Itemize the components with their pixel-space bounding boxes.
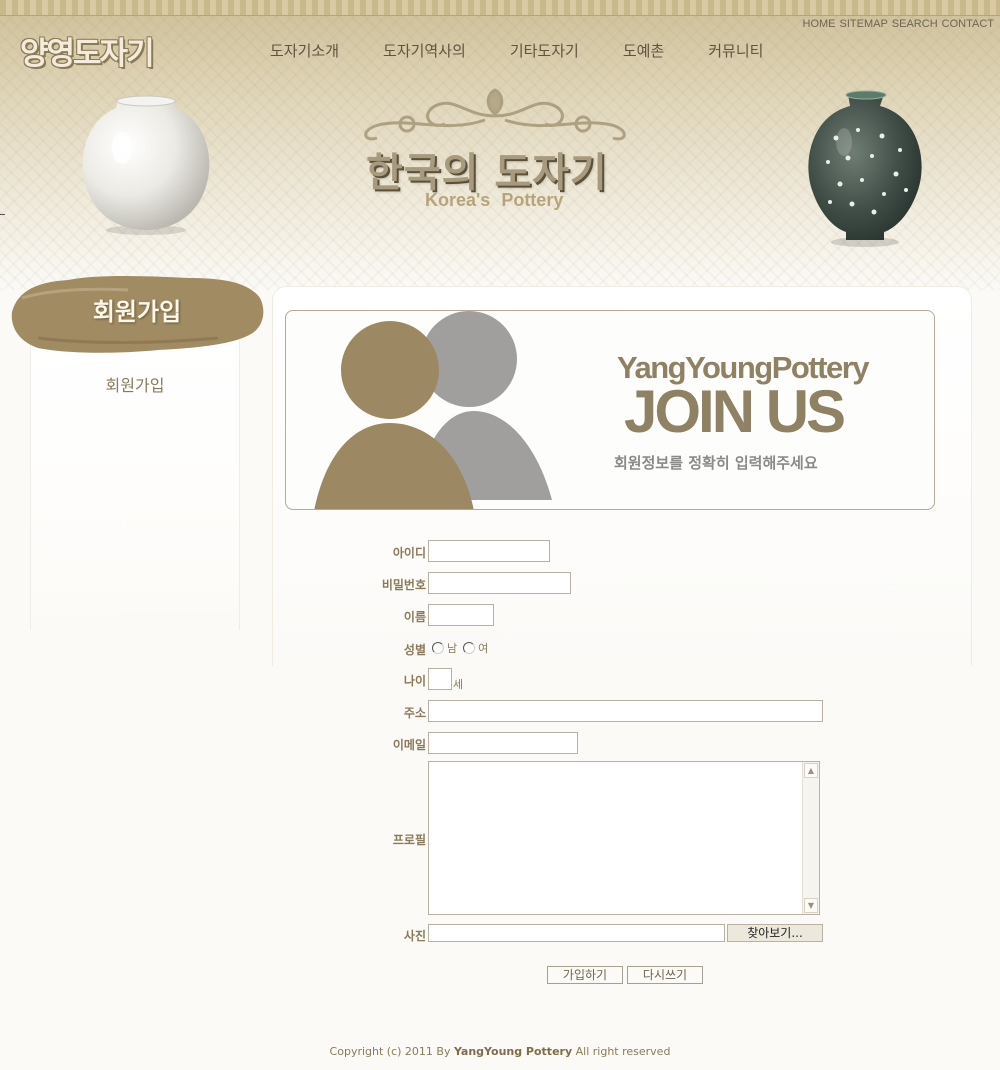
footer-brand: YangYoung Pottery — [453, 1045, 573, 1058]
gender-label: 성별 — [403, 643, 426, 657]
util-link-home[interactable]: HOME — [803, 18, 836, 30]
util-link-sitemap[interactable]: SITEMAP — [840, 18, 888, 30]
footer-suffix: All right reserved — [572, 1045, 671, 1058]
address-input[interactable] — [428, 700, 823, 722]
hero-subtitle: Korea's Pottery — [425, 190, 564, 210]
top-pattern-strip — [0, 0, 1000, 16]
green-flower-vase-image — [808, 90, 922, 247]
profile-textarea[interactable]: ▲ ▼ — [428, 761, 820, 915]
gender-female-radio[interactable] — [463, 642, 476, 654]
id-input[interactable] — [428, 540, 550, 562]
banner-message: 회원정보를 정확히 입력해주세요 — [614, 454, 818, 472]
email-label: 이메일 — [392, 738, 426, 752]
banner-headline: JOIN US — [624, 378, 846, 445]
nav-item-community[interactable]: 커뮤니티 — [708, 40, 763, 61]
reset-button[interactable]: 다시쓰기 — [627, 966, 703, 984]
scroll-up-arrow-icon[interactable]: ▲ — [804, 763, 818, 778]
age-label: 나이 — [403, 674, 426, 688]
nav-item-pottery-village[interactable]: 도예촌 — [623, 40, 664, 61]
submit-button[interactable]: 가입하기 — [547, 966, 623, 984]
util-link-contact[interactable]: CONTACT — [942, 18, 994, 30]
password-label: 비밀번호 — [381, 578, 426, 592]
browse-button[interactable]: 찾아보기... — [727, 924, 823, 942]
profile-label: 프로필 — [392, 833, 426, 847]
gender-female-label: 여 — [478, 642, 489, 655]
footer-copyright: Copyright (c) 2011 By YangYoung Pottery … — [0, 1045, 1000, 1058]
name-label: 이름 — [403, 610, 426, 624]
password-input[interactable] — [428, 572, 571, 594]
edge-tick — [0, 214, 5, 215]
nav-item-pottery-intro[interactable]: 도자기소개 — [270, 40, 339, 61]
gender-male-label: 남 — [447, 642, 458, 655]
utility-links: HOME SITEMAP SEARCH CONTACT — [803, 18, 995, 30]
id-label: 아이디 — [392, 546, 426, 560]
name-input[interactable] — [428, 604, 494, 626]
sidebar-item-signup[interactable]: 회원가입 — [30, 372, 240, 396]
nav-item-other-pottery[interactable]: 기타도자기 — [510, 40, 579, 61]
ornament-flourish-icon — [364, 88, 626, 141]
white-moon-jar-image — [82, 95, 210, 235]
address-label: 주소 — [403, 706, 426, 720]
site-header: HOME SITEMAP SEARCH CONTACT 양영도자기 도자기소개 … — [0, 0, 1000, 290]
photo-label: 사진 — [403, 929, 426, 943]
photo-file-path[interactable] — [428, 924, 725, 942]
age-input[interactable] — [428, 668, 452, 690]
age-unit: 세 — [453, 678, 464, 691]
site-logo[interactable]: 양영도자기 — [20, 28, 155, 73]
util-link-search[interactable]: SEARCH — [892, 18, 938, 30]
nav-item-pottery-history[interactable]: 도자기역사의 — [383, 40, 466, 61]
gender-male-radio[interactable] — [432, 642, 444, 654]
sidebar-title: 회원가입 — [92, 298, 182, 326]
email-input[interactable] — [428, 732, 578, 754]
profile-scrollbar[interactable]: ▲ ▼ — [802, 762, 819, 914]
gender-radio-group: 남 여 — [432, 640, 494, 656]
scroll-down-arrow-icon[interactable]: ▼ — [804, 898, 818, 913]
footer-prefix: Copyright (c) 2011 By — [329, 1045, 454, 1058]
main-nav: 도자기소개 도자기역사의 기타도자기 도예촌 커뮤니티 — [270, 40, 807, 61]
